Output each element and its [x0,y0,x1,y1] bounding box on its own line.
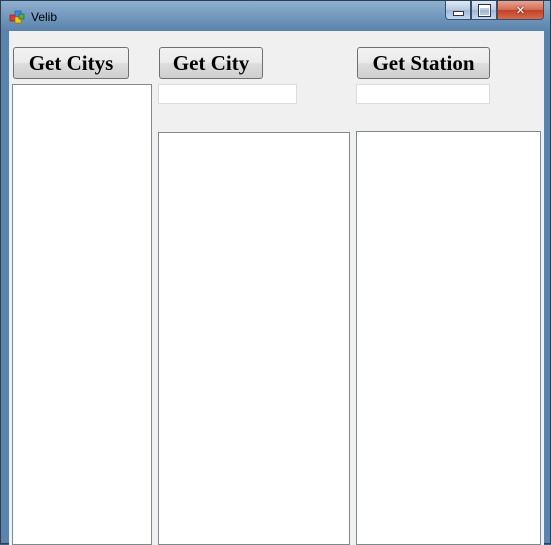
minimize-button[interactable] [445,1,471,20]
close-button[interactable]: ✕ [497,1,544,20]
city-input[interactable] [158,84,297,104]
close-icon: ✕ [515,3,526,17]
caption-buttons: ✕ [445,1,544,21]
get-city-button[interactable]: Get City [159,47,263,79]
citys-listbox[interactable] [12,84,152,545]
minimize-icon [452,10,464,16]
station-input[interactable] [356,84,490,104]
station-listbox[interactable] [356,131,541,545]
app-icon [9,10,25,24]
title-bar[interactable]: Velib ✕ [1,1,550,31]
window-title: Velib [31,10,58,24]
client-area: Get Citys Get City Get Station [9,31,544,545]
get-citys-button[interactable]: Get Citys [13,47,129,79]
maximize-icon [477,3,491,17]
app-window: Velib ✕ Get Citys Get City Get Station [0,0,551,545]
maximize-button[interactable] [471,1,497,20]
city-listbox[interactable] [158,132,350,545]
get-station-button[interactable]: Get Station [357,47,490,79]
